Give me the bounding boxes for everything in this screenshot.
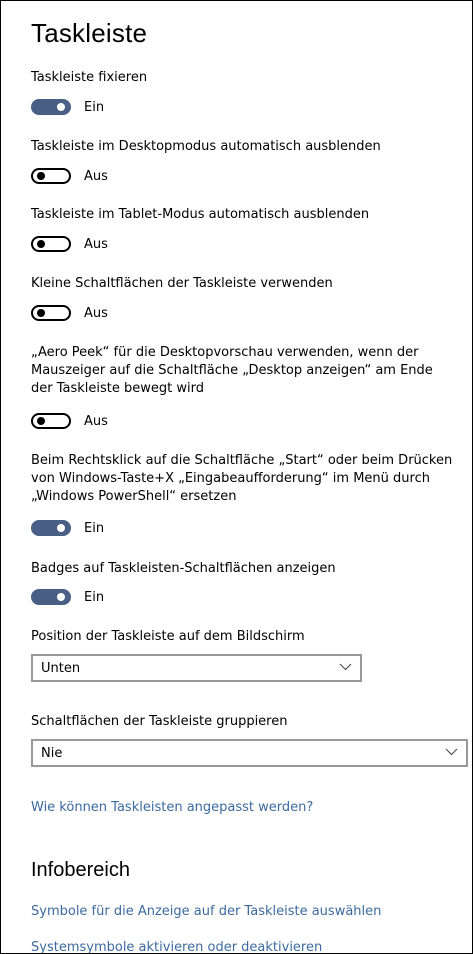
setting-label-autohide-desktop: Taskleiste im Desktopmodus automatisch a… — [31, 139, 381, 154]
help-link[interactable]: Wie können Taskleisten angepasst werden? — [31, 800, 313, 815]
link-system-icons[interactable]: Systemsymbole aktivieren oder deaktivier… — [31, 940, 322, 953]
position-label: Position der Taskleiste auf dem Bildschi… — [31, 629, 305, 644]
toggle-state-label: Aus — [84, 413, 108, 429]
page-title: Taskleiste — [31, 18, 148, 48]
setting-label-small-buttons: Kleine Schaltflächen der Taskleiste verw… — [31, 276, 333, 291]
toggle-switch[interactable] — [31, 236, 71, 252]
grouping-dropdown-value: Nie — [41, 745, 63, 761]
toggle-knob — [37, 172, 45, 180]
grouping-dropdown[interactable]: Nie — [31, 739, 468, 767]
toggle-knob — [37, 240, 45, 248]
toggle-row-badges[interactable]: Ein — [31, 587, 104, 607]
setting-label-lock-taskbar: Taskleiste fixieren — [31, 70, 148, 85]
settings-window: Taskleiste Taskleiste fixieren Ein Taskl… — [0, 0, 473, 954]
setting-label-aero-peek: „Aero Peek“ für die Desktopvorschau verw… — [31, 345, 433, 396]
toggle-state-label: Aus — [84, 305, 108, 321]
toggle-state-label: Aus — [84, 236, 108, 252]
toggle-row-powershell[interactable]: Ein — [31, 518, 104, 538]
position-dropdown-value: Unten — [41, 660, 81, 676]
chevron-down-icon — [339, 663, 352, 671]
position-dropdown[interactable]: Unten — [31, 654, 362, 682]
toggle-state-label: Ein — [84, 99, 105, 115]
toggle-switch[interactable] — [31, 168, 71, 184]
toggle-row-autohide-tablet[interactable]: Aus — [31, 234, 108, 254]
toggle-knob — [57, 524, 65, 532]
toggle-row-small-buttons[interactable]: Aus — [31, 303, 108, 323]
toggle-state-label: Aus — [84, 168, 108, 184]
toggle-switch[interactable] — [31, 305, 71, 321]
toggle-switch[interactable] — [31, 413, 71, 429]
link-select-taskbar-icons[interactable]: Symbole für die Anzeige auf der Taskleis… — [31, 904, 381, 919]
toggle-row-autohide-desktop[interactable]: Aus — [31, 166, 108, 186]
toggle-row-lock-taskbar[interactable]: Ein — [31, 97, 104, 117]
setting-label-powershell: Beim Rechtsklick auf die Schaltfläche „S… — [31, 453, 453, 504]
toggle-knob — [37, 309, 45, 317]
toggle-knob — [57, 103, 65, 111]
setting-label-badges: Badges auf Taskleisten-Schaltflächen anz… — [31, 561, 336, 576]
toggle-row-aero-peek[interactable]: Aus — [31, 411, 108, 431]
toggle-switch[interactable] — [31, 99, 71, 115]
toggle-state-label: Ein — [84, 589, 105, 605]
toggle-knob — [57, 593, 65, 601]
section-title-infobereich: Infobereich — [31, 859, 130, 881]
chevron-down-icon — [445, 748, 458, 756]
toggle-switch[interactable] — [31, 589, 71, 605]
setting-label-autohide-tablet: Taskleiste im Tablet-Modus automatisch a… — [31, 207, 370, 222]
toggle-switch[interactable] — [31, 520, 71, 536]
toggle-state-label: Ein — [84, 520, 105, 536]
grouping-label: Schaltflächen der Taskleiste gruppieren — [31, 714, 288, 729]
toggle-knob — [37, 417, 45, 425]
